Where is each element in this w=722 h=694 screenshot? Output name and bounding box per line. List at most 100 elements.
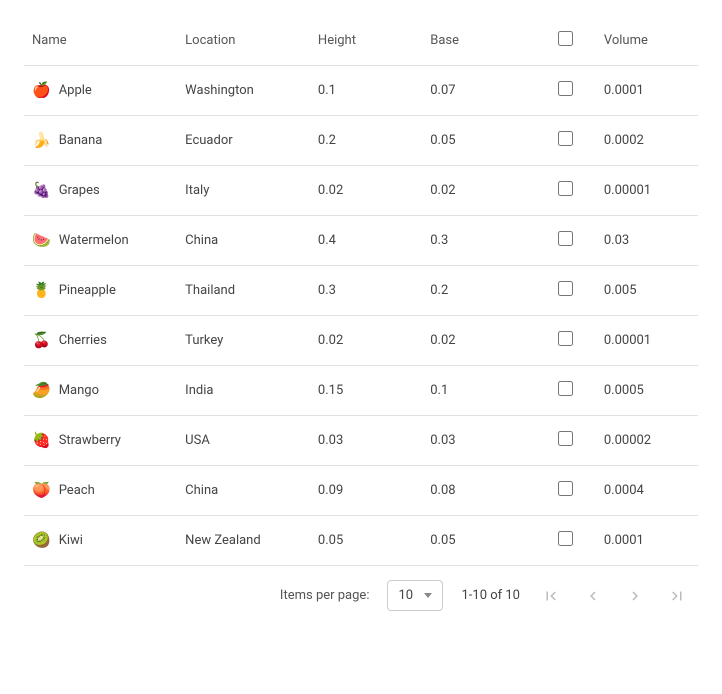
fruit-name: Strawberry xyxy=(59,433,121,448)
checkbox-cell xyxy=(535,316,596,366)
height-cell: 0.4 xyxy=(310,216,422,266)
last-page-icon xyxy=(668,587,686,605)
fruit-name: Kiwi xyxy=(59,533,83,548)
page-size-select[interactable]: 10 xyxy=(387,580,443,611)
name-cell: 🍒 Cherries xyxy=(32,333,169,348)
name-cell: 🥭 Mango xyxy=(32,383,169,398)
checkbox-cell xyxy=(535,366,596,416)
checkbox-cell xyxy=(535,466,596,516)
row-checkbox[interactable] xyxy=(558,81,573,96)
paginator: Items per page: 10 1-10 of 10 xyxy=(24,566,698,611)
next-page-button[interactable] xyxy=(622,583,648,609)
table-header-row: Name Location Height Base Volume xyxy=(24,16,698,66)
height-cell: 0.1 xyxy=(310,66,422,116)
header-name: Name xyxy=(24,16,177,66)
name-cell: 🍓 Strawberry xyxy=(32,433,169,448)
paginator-nav xyxy=(538,583,690,609)
location-cell: Turkey xyxy=(177,316,310,366)
volume-cell: 0.005 xyxy=(596,266,698,316)
base-cell: 0.1 xyxy=(422,366,534,416)
name-cell: 🍌Banana xyxy=(32,133,169,148)
fruit-name: Cherries xyxy=(59,333,107,348)
row-checkbox[interactable] xyxy=(558,481,573,496)
first-page-button[interactable] xyxy=(538,583,564,609)
location-cell: Italy xyxy=(177,166,310,216)
header-location: Location xyxy=(177,16,310,66)
height-cell: 0.09 xyxy=(310,466,422,516)
location-cell: Thailand xyxy=(177,266,310,316)
checkbox-cell xyxy=(535,516,596,566)
height-cell: 0.05 xyxy=(310,516,422,566)
chevron-right-icon xyxy=(626,587,644,605)
checkbox-cell xyxy=(535,66,596,116)
volume-cell: 0.03 xyxy=(596,216,698,266)
select-all-checkbox[interactable] xyxy=(558,31,573,46)
checkbox-cell xyxy=(535,216,596,266)
height-cell: 0.02 xyxy=(310,166,422,216)
name-cell: 🥝 Kiwi xyxy=(32,533,169,548)
volume-cell: 0.0001 xyxy=(596,516,698,566)
location-cell: China xyxy=(177,216,310,266)
table-row: 🍎AppleWashington0.10.070.0001 xyxy=(24,66,698,116)
name-cell: 🍉 Watermelon xyxy=(32,233,169,248)
paginator-range: 1-10 of 10 xyxy=(461,588,520,603)
base-cell: 0.08 xyxy=(422,466,534,516)
dropdown-caret-icon xyxy=(424,593,432,598)
name-cell: 🍍 Pineapple xyxy=(32,283,169,298)
page-size-value: 10 xyxy=(398,588,413,603)
table-row: 🍉WatermelonChina0.40.30.03 xyxy=(24,216,698,266)
volume-cell: 0.0001 xyxy=(596,66,698,116)
table-row: 🍒CherriesTurkey0.020.020.00001 xyxy=(24,316,698,366)
base-cell: 0.07 xyxy=(422,66,534,116)
header-height: Height xyxy=(310,16,422,66)
base-cell: 0.05 xyxy=(422,516,534,566)
fruit-table: Name Location Height Base Volume 🍎AppleW… xyxy=(24,16,698,566)
height-cell: 0.2 xyxy=(310,116,422,166)
fruit-icon: 🍍 xyxy=(32,283,51,298)
previous-page-button[interactable] xyxy=(580,583,606,609)
fruit-name: Mango xyxy=(59,383,99,398)
height-cell: 0.03 xyxy=(310,416,422,466)
height-cell: 0.3 xyxy=(310,266,422,316)
base-cell: 0.03 xyxy=(422,416,534,466)
volume-cell: 0.00002 xyxy=(596,416,698,466)
name-cell: 🍑 Peach xyxy=(32,483,169,498)
fruit-icon: 🥝 xyxy=(32,533,51,548)
fruit-name: Pineapple xyxy=(59,283,116,298)
location-cell: Washington xyxy=(177,66,310,116)
fruit-icon: 🍒 xyxy=(32,333,51,348)
location-cell: India xyxy=(177,366,310,416)
height-cell: 0.15 xyxy=(310,366,422,416)
chevron-left-icon xyxy=(584,587,602,605)
fruit-icon: 🍉 xyxy=(32,233,51,248)
fruit-icon: 🥭 xyxy=(32,383,51,398)
table-row: 🥝KiwiNew Zealand0.050.050.0001 xyxy=(24,516,698,566)
row-checkbox[interactable] xyxy=(558,231,573,246)
checkbox-cell xyxy=(535,166,596,216)
fruit-name: Watermelon xyxy=(59,233,129,248)
base-cell: 0.2 xyxy=(422,266,534,316)
base-cell: 0.05 xyxy=(422,116,534,166)
fruit-name: Apple xyxy=(59,83,92,98)
fruit-icon: 🍑 xyxy=(32,483,51,498)
volume-cell: 0.0005 xyxy=(596,366,698,416)
row-checkbox[interactable] xyxy=(558,131,573,146)
last-page-button[interactable] xyxy=(664,583,690,609)
fruit-name: Peach xyxy=(59,483,95,498)
base-cell: 0.02 xyxy=(422,316,534,366)
row-checkbox[interactable] xyxy=(558,431,573,446)
fruit-icon: 🍓 xyxy=(32,433,51,448)
location-cell: Ecuador xyxy=(177,116,310,166)
name-cell: 🍇Grapes xyxy=(32,183,169,198)
volume-cell: 0.00001 xyxy=(596,316,698,366)
table-row: 🍑PeachChina0.090.080.0004 xyxy=(24,466,698,516)
row-checkbox[interactable] xyxy=(558,381,573,396)
first-page-icon xyxy=(542,587,560,605)
row-checkbox[interactable] xyxy=(558,331,573,346)
location-cell: USA xyxy=(177,416,310,466)
row-checkbox[interactable] xyxy=(558,531,573,546)
row-checkbox[interactable] xyxy=(558,181,573,196)
row-checkbox[interactable] xyxy=(558,281,573,296)
table-row: 🍌BananaEcuador0.20.050.0002 xyxy=(24,116,698,166)
fruit-icon: 🍇 xyxy=(32,183,51,198)
